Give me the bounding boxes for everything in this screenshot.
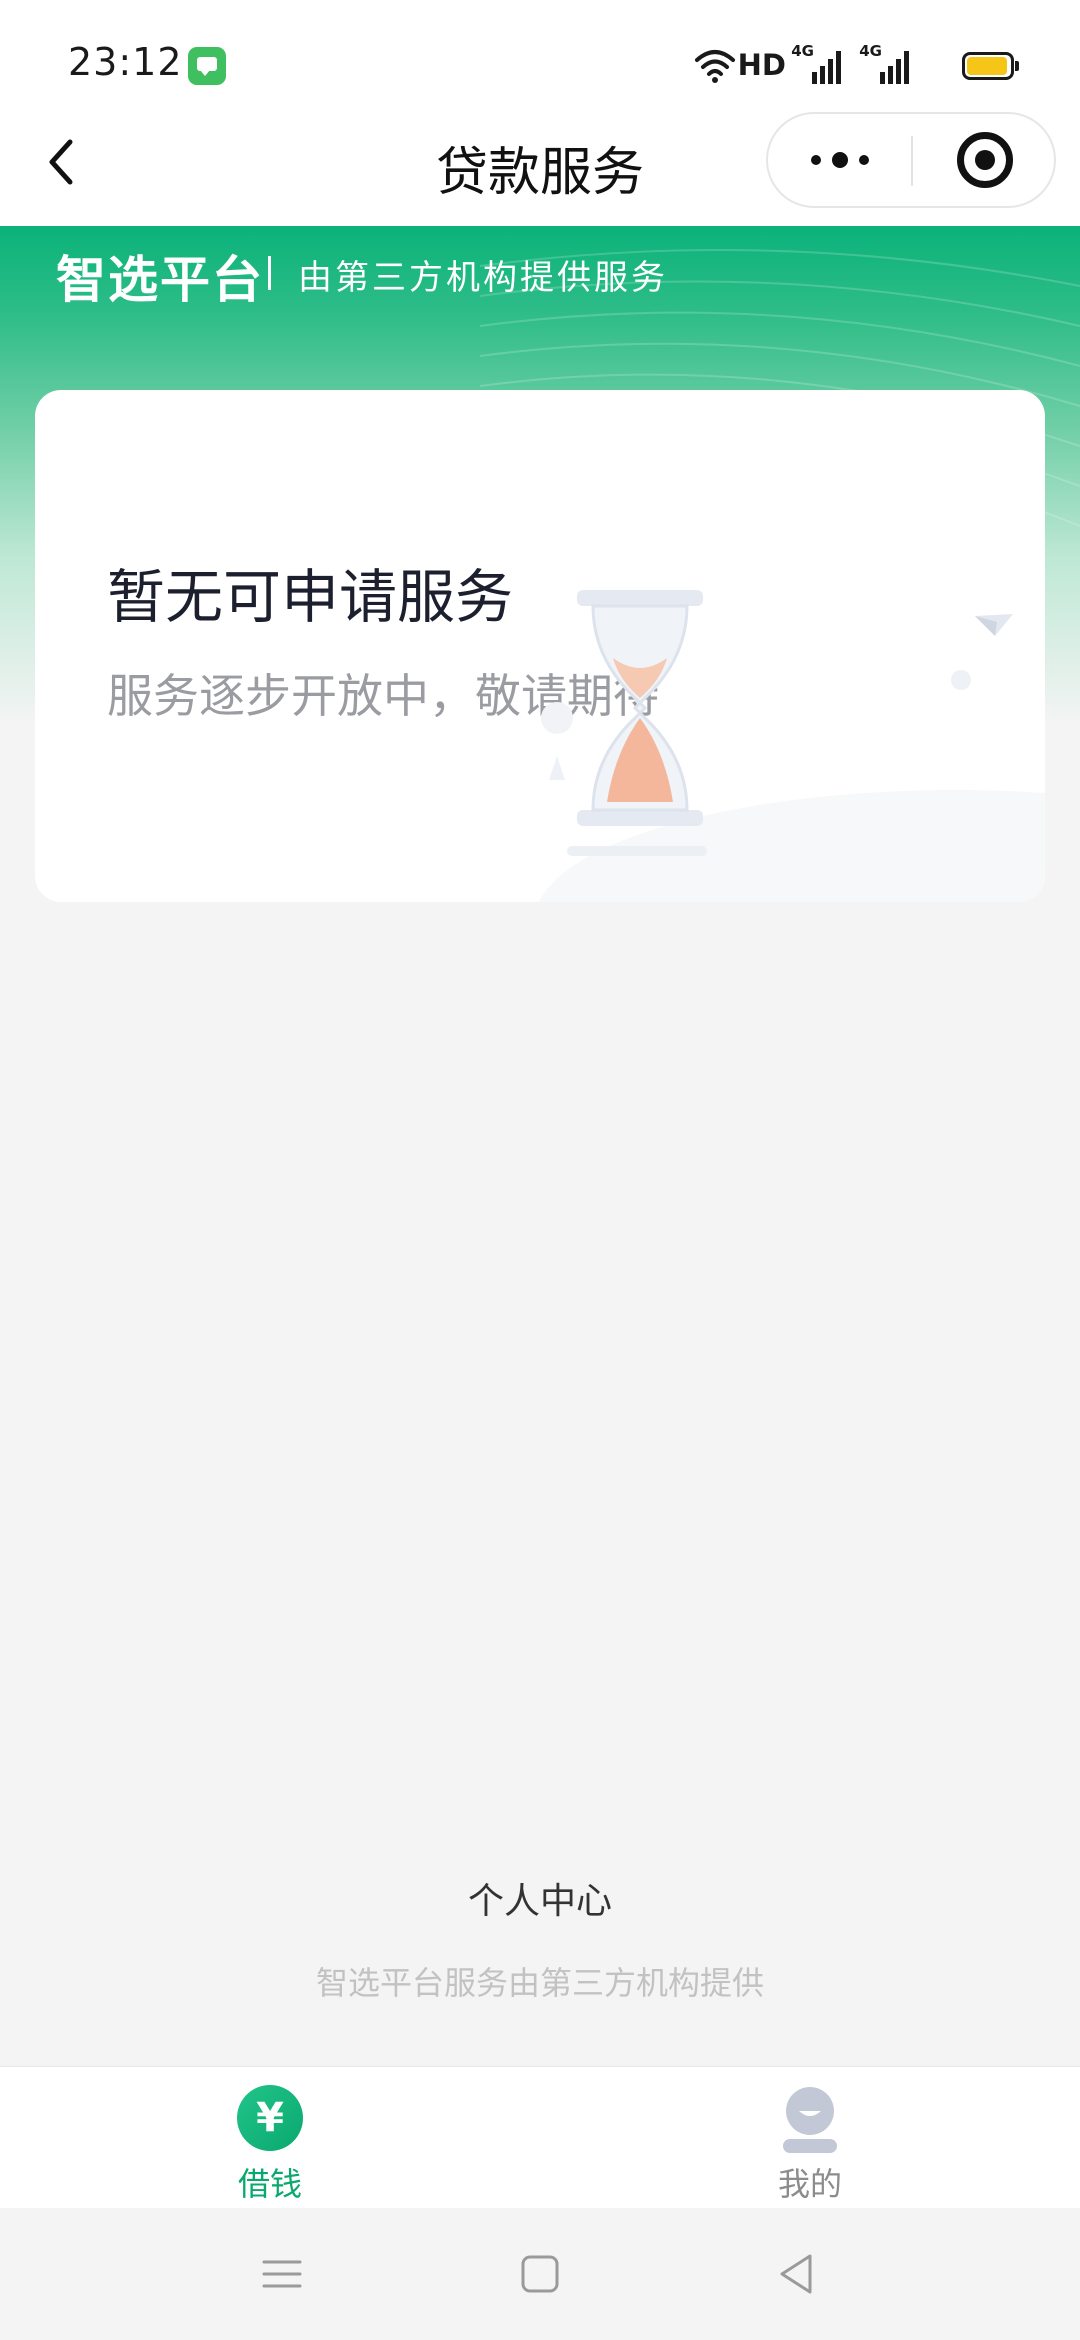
battery-icon — [962, 52, 1019, 80]
wifi-icon — [695, 50, 735, 83]
home-icon[interactable] — [510, 2244, 570, 2304]
yuan-icon: ¥ — [237, 2085, 303, 2151]
status-time: 23:12 — [68, 40, 183, 84]
more-dots-icon — [811, 152, 869, 168]
signal-label-2: 4G — [859, 42, 882, 60]
hd-label: HD — [737, 48, 786, 82]
personal-center-link[interactable]: 个人中心 — [0, 1872, 1080, 1924]
brand-subtitle: 由第三方机构提供服务 — [298, 258, 668, 298]
empty-state-title: 暂无可申请服务 — [107, 563, 514, 631]
message-app-icon — [188, 47, 226, 85]
tab-bar: ¥ 借钱 我的 — [0, 2066, 1080, 2208]
footer-note: 智选平台服务由第三方机构提供 — [315, 1964, 764, 2002]
tab-borrow-label: 借钱 — [237, 2165, 302, 2203]
signal-label-1: 4G — [791, 42, 814, 60]
system-nav-bar — [0, 2208, 1080, 2340]
empty-state-card: 暂无可申请服务 服务逐步开放中，敬请期待 — [35, 390, 1045, 902]
status-icons: HD 4G 4G — [594, 42, 1019, 86]
tab-borrow[interactable]: ¥ 借钱 — [0, 2067, 540, 2209]
brand-separator — [268, 256, 271, 290]
back-triangle-icon[interactable] — [766, 2244, 826, 2304]
brand-name: 智选平台 — [56, 251, 264, 309]
status-bar: 23:12 HD 4G 4G — [0, 0, 1080, 112]
user-icon — [783, 2087, 837, 2153]
tab-mine[interactable]: 我的 — [540, 2067, 1080, 2209]
hourglass-icon — [539, 590, 1045, 902]
menu-icon[interactable] — [252, 2244, 312, 2304]
nav-bar: 贷款服务 — [0, 112, 1080, 226]
more-button[interactable] — [768, 114, 911, 206]
close-miniapp-button[interactable] — [913, 114, 1056, 206]
tab-mine-label: 我的 — [777, 2165, 842, 2203]
miniapp-capsule — [766, 112, 1056, 208]
target-icon — [957, 132, 1013, 188]
